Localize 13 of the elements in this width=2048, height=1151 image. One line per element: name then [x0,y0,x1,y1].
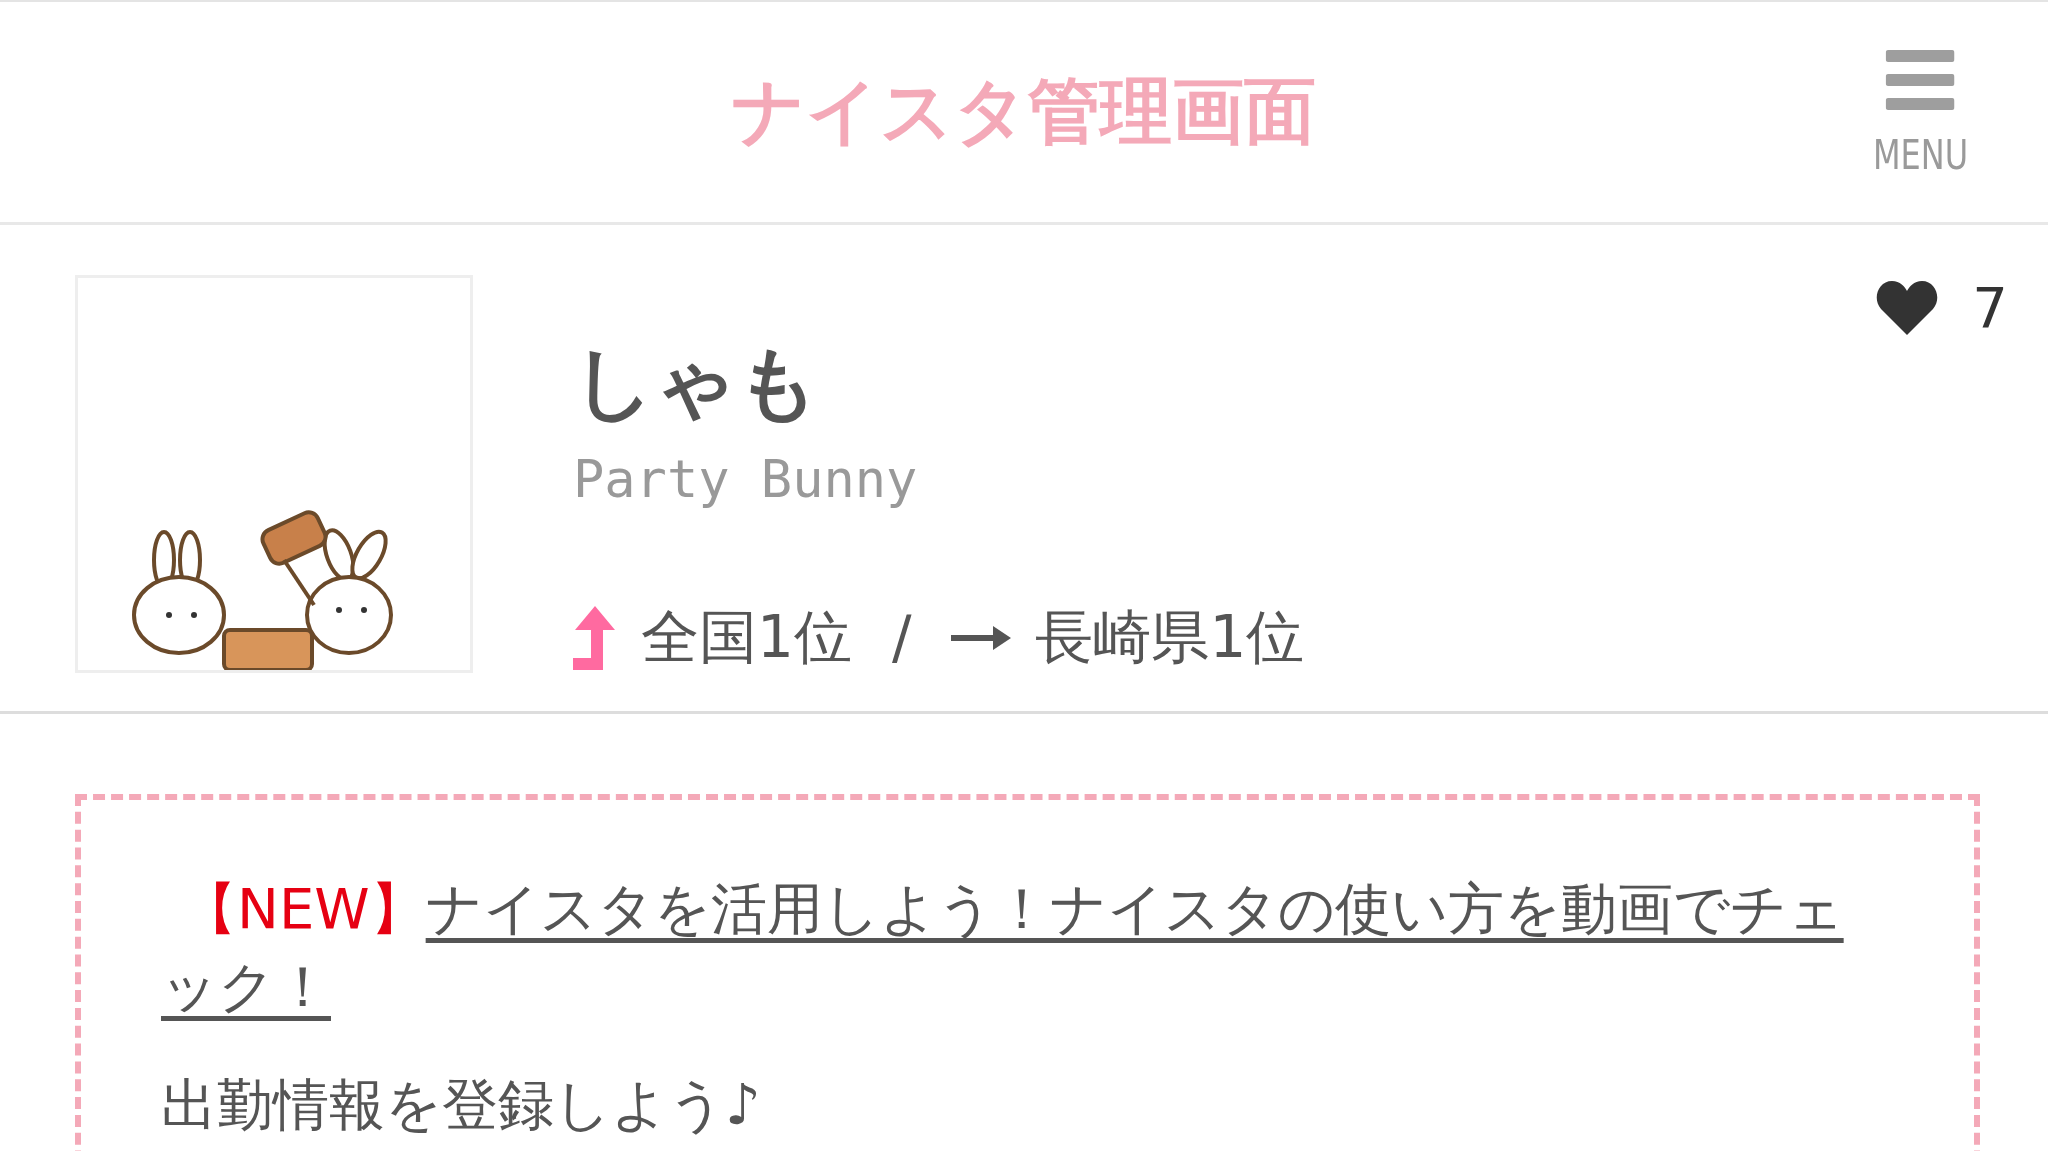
heart-icon [1876,280,1939,335]
page-title: ナイスタ管理画面 [732,68,1316,155]
menu-icon [1886,50,1955,110]
right-arrow-icon [951,626,1012,650]
profile-name: しゃも [573,335,820,431]
like-count: 7 [1972,275,2008,340]
rank-label: 全国1位 [641,602,852,673]
notice-link[interactable]: 【NEW】ナイスタを活用しよう！ナイスタの使い方を動画でチェック！ [161,870,1874,1026]
shop-name: Party Bunny [573,449,919,509]
rank-label: 長崎県1位 [1035,602,1305,673]
notice-text: 出勤情報を登録しよう♪ [161,1071,762,1139]
up-arrow-icon [573,606,617,670]
rank-separator: / [891,604,912,672]
